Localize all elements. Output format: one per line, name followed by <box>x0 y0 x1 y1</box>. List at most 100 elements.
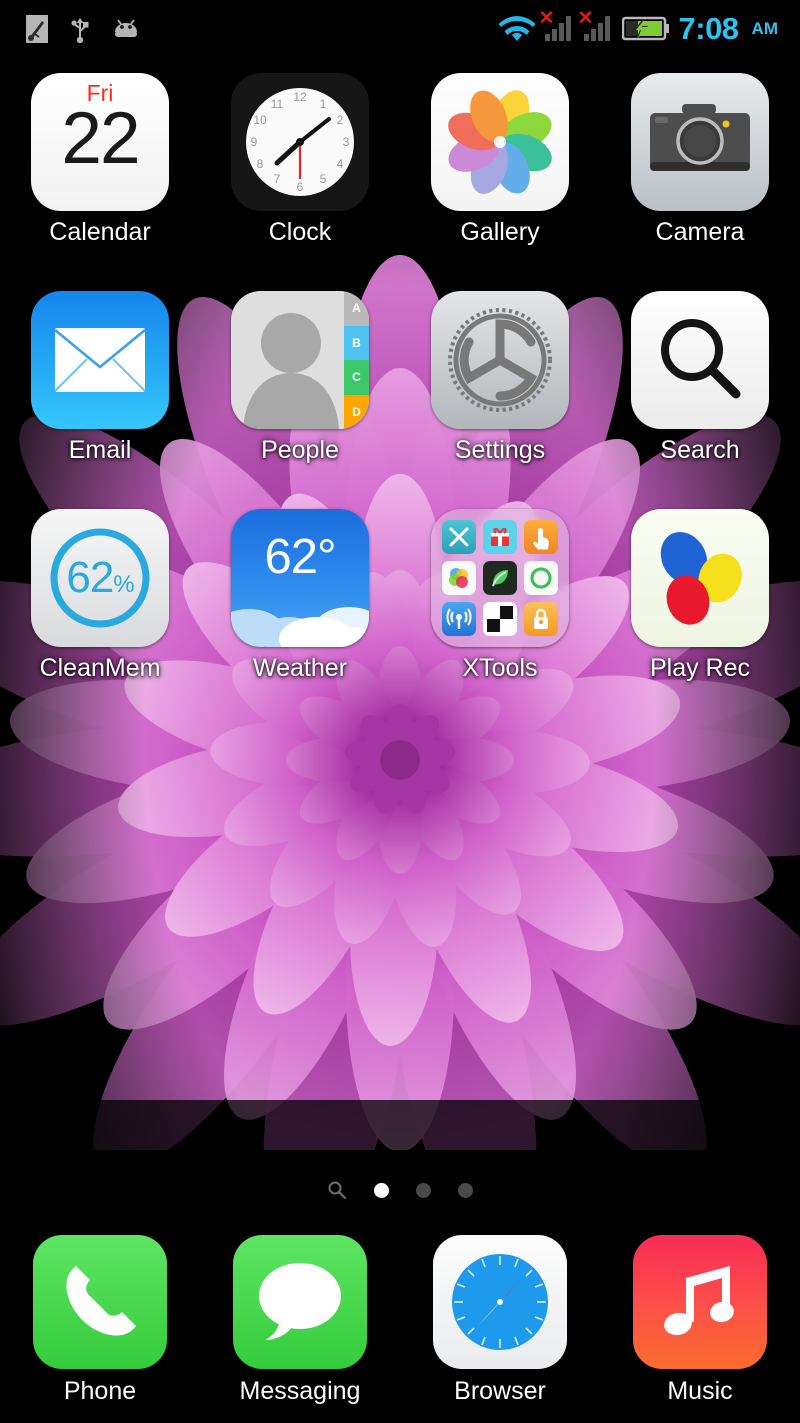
memory-unit: % <box>113 571 134 598</box>
x-app-icon[interactable] <box>442 520 476 554</box>
app-playrec[interactable]: Play Rec <box>600 509 800 727</box>
no-service-mark-sim1: ✕ <box>538 7 555 29</box>
clock-icon[interactable]: 12 1 2 3 45 6 78 9 10 11 <box>231 73 369 211</box>
app-xtools-folder[interactable]: XTools <box>400 509 600 727</box>
svg-text:9: 9 <box>251 135 258 149</box>
wifi-icon <box>498 15 535 41</box>
app-weather[interactable]: 62° Weather <box>200 509 400 727</box>
app-clock[interactable]: 12 1 2 3 45 6 78 9 10 11 Clock <box>200 73 400 291</box>
colors-app-icon[interactable] <box>442 561 476 595</box>
app-label-gallery: Gallery <box>460 218 540 246</box>
green-app-icon[interactable] <box>483 561 517 595</box>
app-camera[interactable]: Camera <box>600 73 800 291</box>
dock-item-music[interactable]: Music <box>600 1235 800 1404</box>
weather-temperature: 62° <box>264 530 336 584</box>
contact-index-tabs[interactable]: A B C D <box>344 291 369 429</box>
app-email[interactable]: Email <box>0 291 200 509</box>
people-icon[interactable]: A B C D <box>231 291 369 429</box>
no-service-mark-sim2: ✕ <box>577 7 594 29</box>
app-label-search: Search <box>660 436 740 464</box>
message-bubble-icon[interactable] <box>233 1235 367 1369</box>
photos-flower <box>448 90 552 194</box>
signal-bars-sim2: ✕ <box>578 9 613 44</box>
status-bar-clock-ampm: AM <box>751 18 778 38</box>
checker-app-icon[interactable] <box>483 602 517 636</box>
app-search[interactable]: Search <box>600 291 800 509</box>
camera-icon[interactable] <box>631 73 769 211</box>
handset-glyph <box>66 1266 136 1336</box>
dock-label-phone: Phone <box>63 1377 137 1405</box>
svg-text:2: 2 <box>337 113 344 127</box>
music-note-icon[interactable] <box>633 1235 767 1369</box>
dock-label-browser: Browser <box>454 1377 546 1405</box>
page-dot-2[interactable] <box>416 1182 431 1198</box>
app-settings[interactable]: Settings <box>400 291 600 509</box>
calendar-day-number: 22 <box>61 98 140 180</box>
three-eggs <box>660 532 742 625</box>
app-label-email: Email <box>68 436 132 464</box>
search-icon[interactable] <box>631 291 769 429</box>
status-bar-left-icons <box>14 14 140 43</box>
app-grid: Fri 22 Calendar 12 1 2 345 678 9 10 11 C… <box>0 73 800 727</box>
beamed-notes-glyph <box>664 1266 734 1336</box>
gift-app-icon[interactable] <box>483 520 517 554</box>
play-rec-icon[interactable] <box>631 509 769 647</box>
app-row-3: 62% CleanMem 62° Weather XTools Play Rec <box>0 509 800 727</box>
status-bar[interactable]: ✕ ✕ 7:08 AM <box>0 0 800 57</box>
lock-app-icon[interactable] <box>524 602 558 636</box>
dock-item-messaging[interactable]: Messaging <box>200 1235 400 1404</box>
safari-compass-glyph <box>452 1254 548 1350</box>
contact-tab-b[interactable]: B <box>344 325 369 360</box>
signal-bars-sim1: ✕ <box>539 9 574 44</box>
app-gallery[interactable]: Gallery <box>400 73 600 291</box>
dock: Phone Messaging Browser Music <box>0 1235 800 1404</box>
memory-value-wrap: 62% <box>31 553 169 603</box>
gear-glyph <box>448 308 552 412</box>
weather-clouds <box>231 607 369 647</box>
tap-app-icon[interactable] <box>524 520 558 554</box>
memory-value: 62 <box>66 553 114 602</box>
svg-text:12: 12 <box>293 90 307 104</box>
page-dot-3[interactable] <box>458 1182 473 1198</box>
app-label-cleanmem: CleanMem <box>39 654 161 682</box>
memory-gauge-icon[interactable]: 62% <box>31 509 169 647</box>
svg-text:8: 8 <box>257 157 264 171</box>
status-bar-clock: 7:08 <box>678 11 740 46</box>
svg-text:5: 5 <box>320 172 327 186</box>
page-dot-1[interactable] <box>374 1182 389 1198</box>
page-indicator[interactable] <box>0 1172 800 1208</box>
contact-tab-a[interactable]: A <box>344 291 369 326</box>
contact-tab-d[interactable]: D <box>344 394 369 429</box>
search-icon[interactable] <box>327 1180 347 1200</box>
app-label-clock: Clock <box>268 218 332 246</box>
app-cleanmem[interactable]: 62% CleanMem <box>0 509 200 727</box>
svg-text:6: 6 <box>297 180 304 194</box>
dock-item-phone[interactable]: Phone <box>0 1235 200 1404</box>
svg-text:11: 11 <box>271 97 284 111</box>
app-people[interactable]: A B C D People <box>200 291 400 509</box>
svg-text:3: 3 <box>343 135 350 149</box>
clock-face: 12 12 3 45 6 78 9 10 11 <box>246 88 354 196</box>
magnifier-glyph <box>661 319 741 399</box>
app-calendar[interactable]: Fri 22 Calendar <box>0 73 200 291</box>
gallery-icon[interactable] <box>431 73 569 211</box>
settings-icon[interactable] <box>431 291 569 429</box>
email-icon[interactable] <box>31 291 169 429</box>
folder-icon[interactable] <box>431 509 569 647</box>
phone-icon[interactable] <box>33 1235 167 1369</box>
calendar-icon[interactable]: Fri 22 <box>31 73 169 211</box>
svg-text:7: 7 <box>274 172 281 186</box>
ring-app-icon[interactable] <box>524 561 558 595</box>
compass-icon[interactable] <box>433 1235 567 1369</box>
weather-icon[interactable]: 62° <box>231 509 369 647</box>
svg-text:10: 10 <box>253 113 267 127</box>
signal-app-icon[interactable] <box>442 602 476 636</box>
dock-item-browser[interactable]: Browser <box>400 1235 600 1404</box>
app-label-weather: Weather <box>252 654 348 682</box>
app-label-people: People <box>261 436 339 464</box>
camera-body <box>650 104 750 171</box>
status-bar-right-icons: ✕ ✕ 7:08 AM <box>498 9 787 46</box>
android-icon <box>115 18 137 37</box>
speech-bubble-glyph <box>259 1263 341 1340</box>
contact-tab-c[interactable]: C <box>344 360 369 395</box>
